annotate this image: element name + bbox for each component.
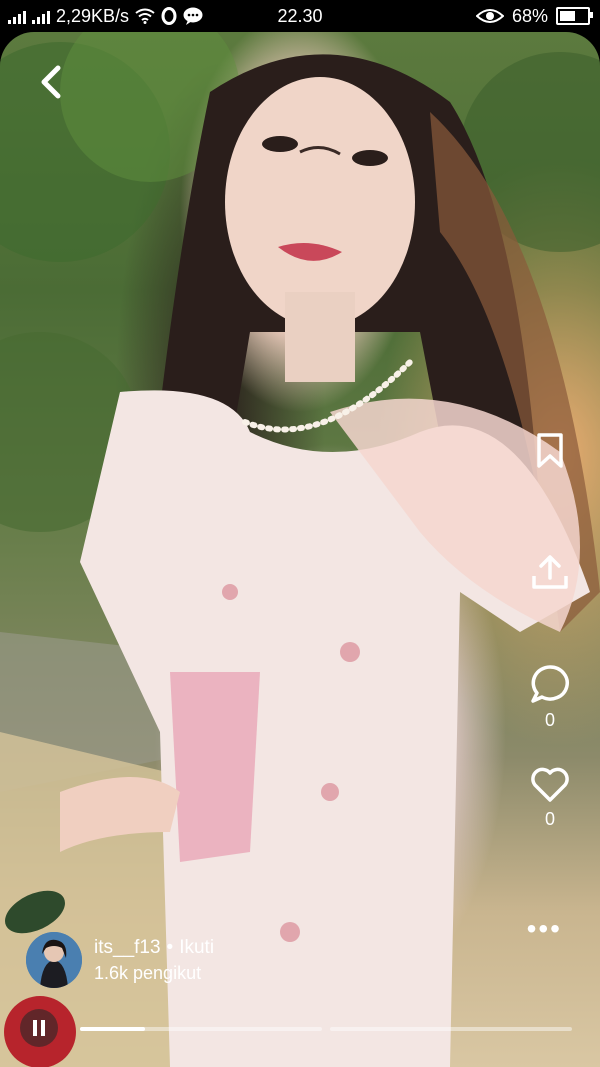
opera-icon (161, 7, 177, 25)
bookmark-button[interactable] (535, 432, 565, 470)
username[interactable]: its__f13 (94, 937, 161, 959)
share-icon (532, 555, 568, 589)
progress-segment[interactable] (80, 1027, 322, 1031)
pause-button[interactable] (20, 1009, 58, 1047)
share-button[interactable] (531, 554, 569, 590)
pause-icon (33, 1020, 37, 1036)
video-frame (0, 32, 600, 1067)
wifi-icon (135, 8, 155, 24)
action-bar: 0 0 (528, 432, 572, 830)
progress-segment[interactable] (330, 1027, 572, 1031)
battery-icon (556, 7, 593, 25)
eye-icon (475, 9, 504, 23)
battery-percent: 68% (511, 5, 548, 26)
separator-dot: • (166, 936, 174, 958)
follower-count: 1.6k pengikut (94, 962, 202, 983)
more-icon[interactable]: ••• (527, 915, 562, 943)
like-count: 0 (544, 809, 555, 829)
comment-count: 0 (544, 710, 555, 730)
chat-icon (183, 7, 203, 25)
network-speed: 2,29KB/s (56, 5, 130, 26)
playback-controls (20, 1009, 580, 1047)
bookmark-icon (537, 433, 563, 468)
video-post[interactable]: 0 0 ••• its__f13 • Ikuti 1.6k pengikut (0, 32, 600, 1067)
author-info: its__f13 • Ikuti 1.6k pengikut (26, 932, 214, 988)
clock: 22.30 (277, 5, 323, 26)
comment-button[interactable]: 0 (530, 664, 570, 731)
follow-button[interactable]: Ikuti (179, 937, 214, 959)
signal-icon (32, 8, 50, 24)
signal-icon (8, 8, 26, 24)
heart-icon (531, 767, 569, 802)
comment-icon (531, 665, 569, 703)
status-bar: 2,29KB/s 22.30 68% (0, 0, 600, 32)
avatar[interactable] (26, 932, 82, 988)
like-button[interactable]: 0 (530, 767, 570, 830)
back-arrow-icon[interactable] (36, 62, 66, 102)
